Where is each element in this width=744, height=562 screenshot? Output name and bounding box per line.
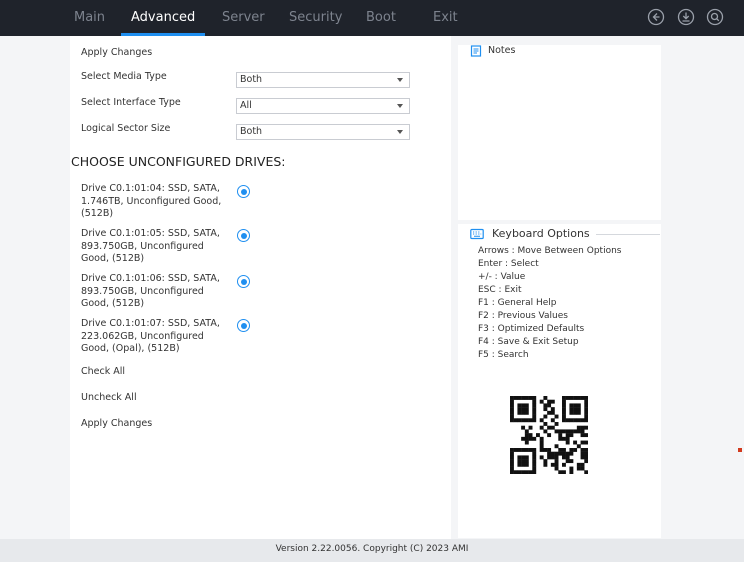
keyboard-option-line: F2 : Previous Values <box>478 311 568 321</box>
keyboard-option-line: F3 : Optimized Defaults <box>478 324 585 334</box>
drive-item: Drive C0.1:01:07: SSD, SATA, 223.062GB, … <box>81 318 231 356</box>
keyboard-option-line: Arrows : Move Between Options <box>478 246 622 256</box>
tab-security[interactable]: Security <box>289 0 342 36</box>
radio-dot <box>240 322 247 329</box>
title-divider <box>596 234 660 235</box>
chevron-down-icon <box>397 130 403 134</box>
drive-line: 893.750GB, Unconfigured <box>81 240 204 252</box>
sector-size-select[interactable]: Both <box>236 124 410 140</box>
drive-line: Drive C0.1:01:07: SSD, SATA, <box>81 318 220 329</box>
version-copyright: Version 2.22.0056. Copyright (C) 2023 AM… <box>275 544 469 554</box>
keyboard-option-line: F1 : General Help <box>478 298 557 308</box>
check-all-link[interactable]: Check All <box>81 366 125 377</box>
drives-heading: CHOOSE UNCONFIGURED DRIVES: <box>71 154 286 169</box>
tab-main[interactable]: Main <box>74 0 105 36</box>
media-type-value: Both <box>240 74 263 85</box>
keyboard-option-line: ESC : Exit <box>478 285 522 295</box>
keyboard-option-line: +/- : Value <box>478 272 526 282</box>
drive-item: Drive C0.1:01:05: SSD, SATA, 893.750GB, … <box>81 228 231 266</box>
keyboard-option-line: Enter : Select <box>478 259 539 269</box>
drive-radio[interactable] <box>237 229 250 242</box>
notes-title: Notes <box>488 45 516 56</box>
apply-changes-top-link[interactable]: Apply Changes <box>81 47 152 58</box>
drive-item: Drive C0.1:01:04: SSD, SATA, 1.746TB, Un… <box>81 183 231 221</box>
notes-icon <box>470 45 482 57</box>
tab-server[interactable]: Server <box>222 0 265 36</box>
top-nav-bar: Main Advanced Server Security Boot Exit <box>0 0 744 36</box>
footer-bar: Version 2.22.0056. Copyright (C) 2023 AM… <box>0 539 744 562</box>
radio-dot <box>240 232 247 239</box>
search-icon[interactable] <box>706 8 724 26</box>
drive-line: (512B) <box>81 208 114 219</box>
media-type-select[interactable]: Both <box>236 72 410 88</box>
keyboard-option-line: F5 : Search <box>478 350 529 360</box>
keyboard-options-title: Keyboard Options <box>492 227 590 240</box>
tab-advanced[interactable]: Advanced <box>120 0 206 36</box>
notes-panel <box>458 45 661 220</box>
interface-type-label: Select Interface Type <box>81 97 181 108</box>
edge-marker <box>738 448 742 452</box>
chevron-down-icon <box>397 78 403 82</box>
radio-dot <box>240 188 247 195</box>
apply-changes-bottom-link[interactable]: Apply Changes <box>81 418 152 429</box>
keyboard-option-line: F4 : Save & Exit Setup <box>478 337 579 347</box>
drive-radio[interactable] <box>237 185 250 198</box>
drive-line: 223.062GB, Unconfigured <box>81 330 204 342</box>
drive-line: Drive C0.1:01:05: SSD, SATA, <box>81 228 220 239</box>
drive-radio[interactable] <box>237 319 250 332</box>
drive-line: Drive C0.1:01:06: SSD, SATA, <box>81 273 220 284</box>
radio-dot <box>240 278 247 285</box>
tab-boot[interactable]: Boot <box>366 0 396 36</box>
uncheck-all-link[interactable]: Uncheck All <box>81 392 137 403</box>
qr-code-icon <box>510 396 588 474</box>
drive-line: Good, (Opal), (512B) <box>81 343 180 354</box>
drive-line: Drive C0.1:01:04: SSD, SATA, <box>81 183 220 194</box>
sector-size-value: Both <box>240 126 263 137</box>
keyboard-icon <box>470 228 484 240</box>
save-icon[interactable] <box>677 8 695 26</box>
drive-item: Drive C0.1:01:06: SSD, SATA, 893.750GB, … <box>81 273 231 311</box>
interface-type-value: All <box>240 100 252 111</box>
chevron-down-icon <box>397 104 403 108</box>
tab-exit[interactable]: Exit <box>433 0 458 36</box>
drive-line: Good, (512B) <box>81 253 145 264</box>
drive-radio[interactable] <box>237 275 250 288</box>
drive-line: 893.750GB, Unconfigured <box>81 285 204 297</box>
interface-type-select[interactable]: All <box>236 98 410 114</box>
sector-size-label: Logical Sector Size <box>81 123 171 134</box>
drive-line: 1.746TB, Unconfigured Good, <box>81 195 222 207</box>
drive-line: Good, (512B) <box>81 298 145 309</box>
media-type-label: Select Media Type <box>81 71 167 82</box>
back-icon[interactable] <box>647 8 665 26</box>
